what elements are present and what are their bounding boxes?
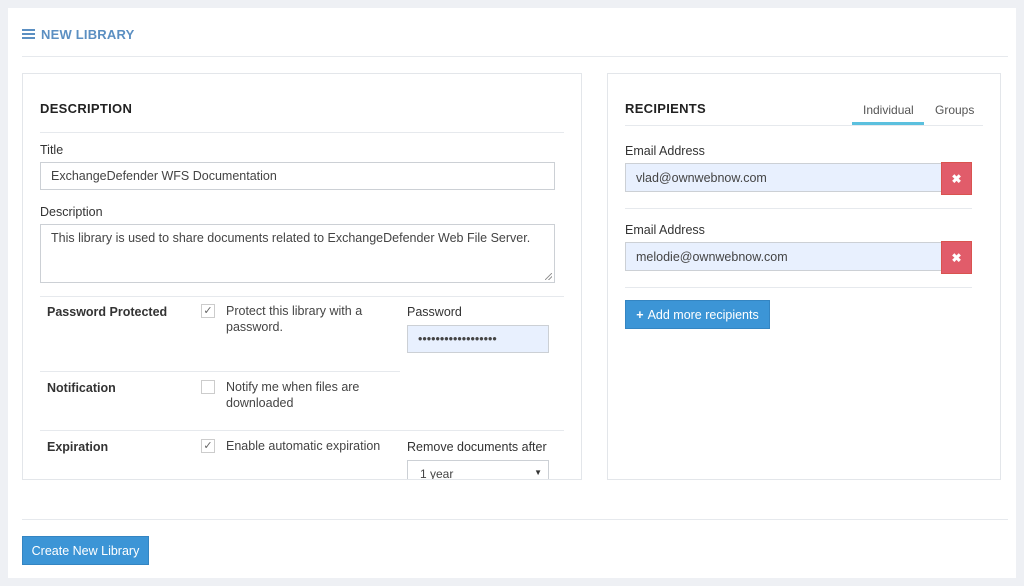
recipient-email-input[interactable]: vlad@ownwebnow.com	[625, 163, 942, 192]
password-input[interactable]: ••••••••••••••••••	[407, 325, 549, 353]
page: NEW LIBRARY DESCRIPTION Title ExchangeDe…	[8, 8, 1016, 578]
description-label: Description	[40, 205, 103, 219]
password-input-value: ••••••••••••••••••	[418, 332, 497, 346]
header-divider	[22, 56, 1008, 57]
expiration-checkbox[interactable]: ✓	[201, 439, 215, 453]
expiration-label: Expiration	[47, 440, 109, 454]
remove-documents-label: Remove documents after	[407, 440, 547, 454]
notification-divider	[40, 371, 400, 372]
description-panel-title: DESCRIPTION	[40, 101, 133, 116]
recipient-divider	[625, 208, 972, 209]
tab-individual[interactable]: Individual	[863, 103, 914, 117]
add-recipients-label: Add more recipients	[647, 307, 759, 322]
recipient-email-label: Email Address	[625, 223, 705, 237]
notification-label: Notification	[47, 381, 116, 395]
close-icon: ✖	[951, 250, 962, 265]
recipient-email-value: melodie@ownwebnow.com	[636, 249, 788, 264]
create-library-button[interactable]: Create New Library	[22, 536, 149, 565]
expiration-select-value: 1 year	[420, 467, 454, 480]
notification-checkbox[interactable]	[201, 380, 215, 394]
recipient-email-input[interactable]: melodie@ownwebnow.com	[625, 242, 942, 271]
resize-grip-icon[interactable]	[545, 273, 552, 280]
recipient-email-value: vlad@ownwebnow.com	[636, 170, 767, 185]
password-protected-checkbox[interactable]: ✓	[201, 304, 215, 318]
footer-divider	[22, 519, 1008, 520]
recipients-title-divider	[625, 125, 983, 126]
title-input-value: ExchangeDefender WFS Documentation	[51, 169, 277, 183]
list-icon	[22, 29, 35, 39]
password-protected-label: Password Protected	[47, 305, 168, 319]
remove-recipient-button[interactable]: ✖	[941, 162, 972, 195]
tab-groups[interactable]: Groups	[935, 103, 974, 117]
create-library-label: Create New Library	[31, 543, 140, 558]
caret-down-icon: ▼	[534, 468, 542, 477]
expiration-text: Enable automatic expiration	[226, 439, 381, 453]
expiration-select[interactable]: 1 year ▼	[407, 460, 549, 480]
check-icon: ✓	[203, 439, 213, 452]
check-icon: ✓	[203, 304, 213, 317]
description-title-divider	[40, 132, 564, 133]
recipients-panel-title: RECIPIENTS	[625, 101, 707, 116]
recipients-panel: RECIPIENTS Individual Groups Email Addre…	[607, 73, 1001, 480]
description-textarea-value: This library is used to share documents …	[51, 231, 531, 245]
page-title: NEW LIBRARY	[41, 26, 135, 42]
plus-icon: +	[636, 307, 644, 322]
description-textarea[interactable]: This library is used to share documents …	[40, 224, 555, 283]
password-label: Password	[407, 305, 462, 319]
page-header: NEW LIBRARY	[22, 24, 134, 44]
recipient-email-label: Email Address	[625, 144, 705, 158]
remove-recipient-button[interactable]: ✖	[941, 241, 972, 274]
password-protected-text: Protect this library with a password.	[226, 304, 363, 334]
title-label: Title	[40, 143, 64, 157]
close-icon: ✖	[951, 171, 962, 186]
add-recipients-button[interactable]: + Add more recipients	[625, 300, 770, 329]
description-panel: DESCRIPTION Title ExchangeDefender WFS D…	[22, 73, 582, 480]
title-input[interactable]: ExchangeDefender WFS Documentation	[40, 162, 555, 190]
recipient-divider	[625, 287, 972, 288]
notification-text: Notify me when files are downloaded	[226, 380, 360, 410]
expiration-divider	[40, 430, 564, 431]
options-divider	[40, 296, 564, 297]
